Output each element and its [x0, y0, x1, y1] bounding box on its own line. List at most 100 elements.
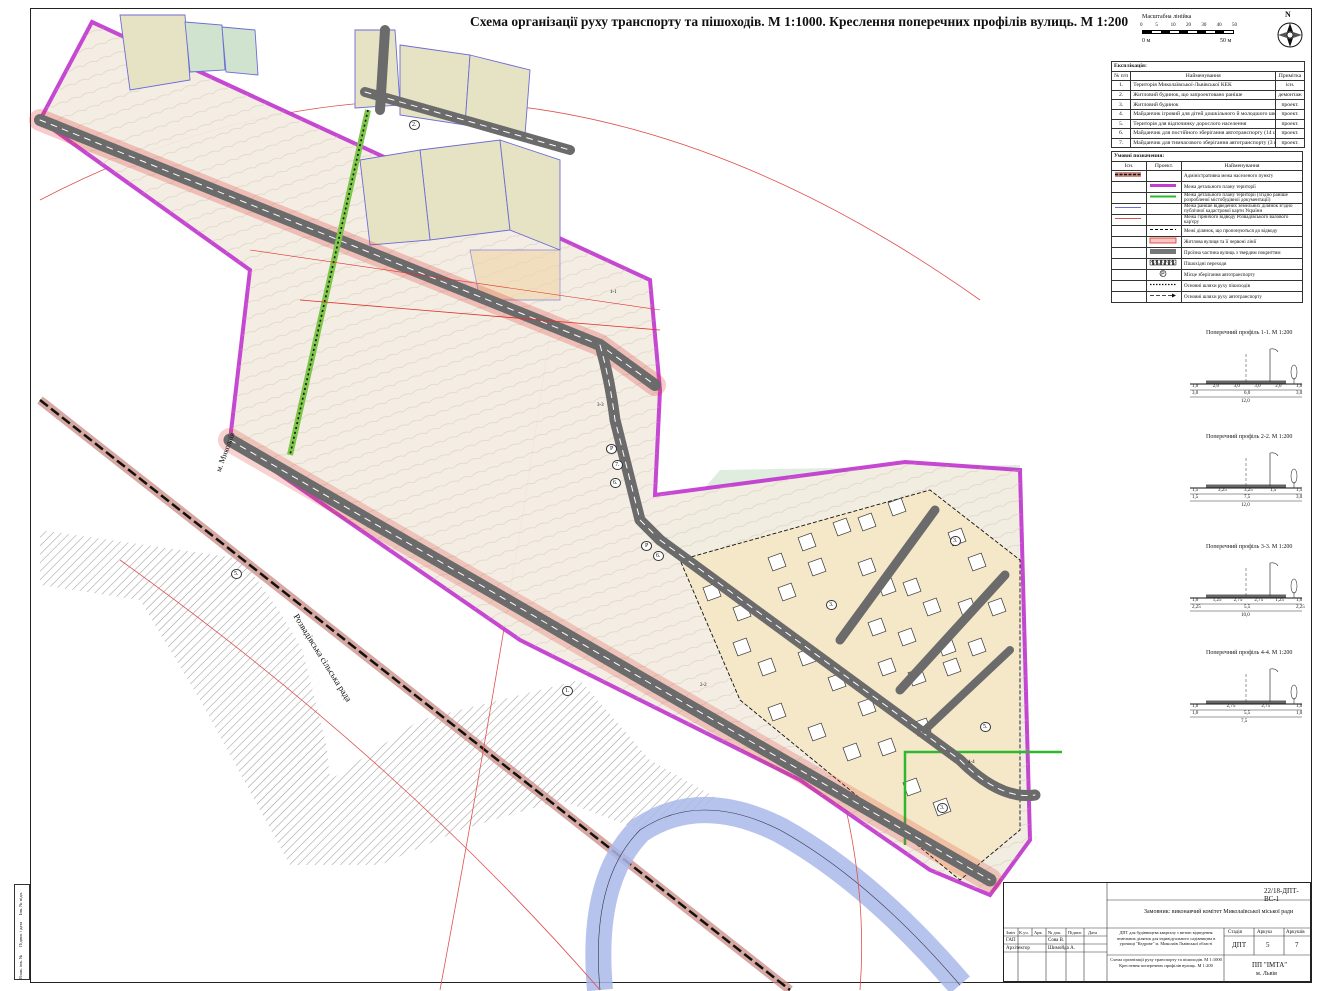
legend-row: Межа детального плану території (згідно …: [1111, 192, 1303, 205]
explication-row: 7. Майданчик для тимчасового зберігання а…: [1110, 137, 1305, 149]
explication-header-cell: Примітка: [1275, 70, 1305, 82]
legend-row: Межа детального плану території: [1111, 181, 1303, 194]
legend-swatch-proposed: [1146, 192, 1182, 205]
profile-title: Поперечний профіль 3-3. М 1:200: [1206, 544, 1293, 550]
legend-label: Межа раніше відведених земельних ділянок…: [1181, 203, 1303, 216]
legend-label: Межа детального плану території (згідно …: [1181, 192, 1303, 205]
marker-6-label: 6.: [610, 478, 621, 488]
marker-5b-label: 5.: [980, 722, 991, 732]
legend-swatch-proposed: [1146, 203, 1182, 216]
marker-1-label: 1.: [562, 686, 573, 696]
page-title: Схема організації руху транспорту та піш…: [470, 14, 1129, 29]
stamp-header-doc: № док.: [1048, 930, 1062, 935]
legend-row: Межа раніше відведених земельних ділянок…: [1111, 203, 1303, 216]
explication-row: 1. Територія Миколаївської-Львівської КЕК…: [1110, 80, 1305, 91]
architect-role: Архітектор: [1006, 946, 1030, 951]
legend-swatch-existing: [1111, 280, 1147, 293]
legend-row: Основні шляхи руху пішоходів: [1111, 280, 1303, 293]
north-label: N: [1285, 10, 1291, 19]
legend-swatch-proposed: [1146, 181, 1182, 194]
profile-dimension: 2,75: [1233, 598, 1243, 603]
stamp-header-sign: Підпис: [1068, 930, 1082, 935]
explication-cell: Майданчик для постійного зберігання авто…: [1130, 128, 1277, 139]
explication-cell: 6.: [1110, 128, 1132, 139]
stamp-header-change: Змін: [1006, 930, 1015, 935]
scale-bar: [1142, 30, 1234, 34]
profile-dimension: 5,5: [1244, 711, 1251, 716]
profile-dimension: 1,0: [1192, 704, 1199, 709]
profile-dimension: 2,75: [1226, 704, 1236, 709]
profile-dimension: 1,5: [1192, 495, 1199, 500]
profile-dimension: 1,0: [1192, 384, 1199, 389]
profile-marker-3: 3-3: [597, 403, 604, 408]
explication-cell: 5.: [1110, 118, 1132, 130]
scale-left-unit: 0 м: [1142, 38, 1151, 44]
explication-header: № п/п Найменування Примітка: [1110, 70, 1305, 82]
sheets-value: 7: [1295, 941, 1299, 949]
legend-swatch-existing: [1111, 170, 1147, 183]
profile-dimension: 2,25: [1192, 605, 1201, 610]
legend-row: Основні шляхи руху автотранспорту: [1111, 291, 1303, 304]
legend-swatch-existing: [1111, 236, 1147, 249]
stamp-header-sheet: Арк.: [1034, 930, 1043, 935]
cross-profile-2: Поперечний профіль 2-2. М 1:200 1,5 3,25 3,…: [1186, 434, 1306, 524]
legend-swatch-existing: [1111, 269, 1147, 282]
stage-value: ДПТ: [1232, 941, 1247, 949]
marker-7-label: 7.: [612, 460, 623, 470]
scale-tick-label: 20: [1186, 23, 1191, 28]
legend-swatch-proposed: [1146, 280, 1182, 293]
profile-dimension: 2,25: [1296, 605, 1305, 610]
explication-cell: Житловий будинок, що запроектовано раніш…: [1130, 89, 1277, 101]
stamp-header-count: К.уч.: [1019, 930, 1029, 935]
legend-swatch-existing: [1111, 203, 1147, 216]
legend-label: Проїзна частина вулиць з твердим покритт…: [1181, 247, 1303, 260]
profile-total-width: 10,0: [1241, 613, 1250, 618]
cross-profile-3: Поперечний профіль 3-3. М 1:200 1,0 1,25 2,…: [1186, 544, 1306, 634]
profile-marker-4: 4-4: [968, 760, 975, 765]
profile-dimension: 1,0: [1192, 711, 1199, 716]
drawing-code: 22/18-ДПТ-ВС-1: [1264, 887, 1299, 903]
legend-row: Межа гірничого відводу Розвадівського ва…: [1111, 214, 1303, 227]
legend-swatch-proposed: [1146, 170, 1182, 183]
marker-6b-label: 6.: [653, 551, 664, 561]
sheet-value: 5: [1266, 941, 1270, 949]
scale-tick-label: 40: [1216, 23, 1222, 28]
profile-dimension: 3,0: [1233, 384, 1240, 389]
project-description: ДПТ для будівництва кварталу з метою від…: [1116, 930, 1216, 946]
legend-swatch-proposed: [1146, 214, 1182, 227]
marker-2-label: 2.: [409, 120, 420, 130]
profile-marker-1: 1-1: [610, 290, 617, 295]
profile-dimension: 3,0: [1192, 391, 1199, 396]
legend-swatch-proposed: P: [1146, 269, 1182, 282]
architect-name: Шимойда А.: [1048, 946, 1075, 951]
explication-cell: демонтаж: [1275, 89, 1305, 101]
north-arrow: N: [1272, 10, 1308, 50]
stamp-header-date: Дата: [1088, 930, 1097, 935]
explication-cell: Майданчик для тимчасового зберігання авт…: [1130, 137, 1277, 149]
explication-cell: проект.: [1275, 118, 1305, 130]
legend-label: Межі ділянок, що пропонуються до відводу: [1181, 225, 1303, 238]
scale-tick-label: 50: [1232, 23, 1237, 28]
legend-header-cell: Найменування: [1181, 160, 1303, 172]
legend-row: Житлова вулиця та її червоні лінії: [1111, 236, 1303, 249]
explication-header-cell: № п/п: [1110, 70, 1132, 82]
organization-city: м. Львів: [1256, 971, 1277, 977]
explication-row: 6. Майданчик для постійного зберігання ав…: [1110, 128, 1305, 139]
legend-label: Пішохідні переходи: [1181, 258, 1303, 271]
legend-swatch-existing: [1111, 247, 1147, 260]
explication-cell: проект.: [1275, 128, 1305, 139]
organization: ПП "ІМТА": [1252, 961, 1288, 969]
explication-cell: Територія Миколаївської-Львівської КЕК: [1130, 80, 1277, 91]
profile-dimension: 3,0: [1296, 391, 1303, 396]
scale-tick-label: 30: [1201, 23, 1207, 28]
explication-rows: 1. Територія Миколаївської-Львівської КЕК…: [1110, 80, 1305, 149]
legend-label: Житлова вулиця та її червоні лінії: [1181, 236, 1303, 249]
profile-dimension: 1,0: [1192, 598, 1199, 603]
profile-dimension: 3,0: [1254, 384, 1261, 389]
marker-3b-label: 3.: [950, 536, 961, 546]
profile-dimension: 1,0: [1296, 711, 1303, 716]
scale-tick-label: 5: [1155, 23, 1158, 28]
profile-dimension: 3,25: [1218, 488, 1227, 493]
gap-role: ГАП: [1006, 938, 1016, 943]
explication-row: 3. Житловий будинок проект.: [1110, 99, 1305, 110]
